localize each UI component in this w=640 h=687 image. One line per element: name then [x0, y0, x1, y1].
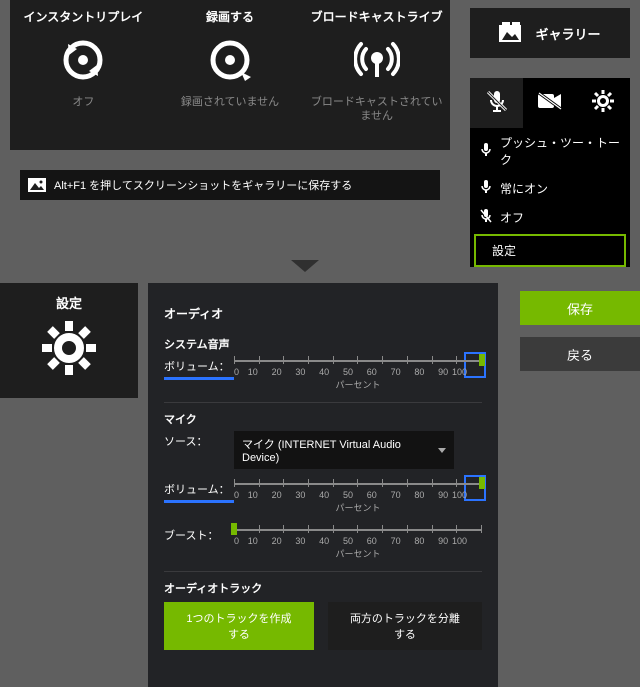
- chevron-down-icon: [438, 448, 446, 453]
- mic-muted-icon: [485, 89, 509, 118]
- tab-mic[interactable]: [470, 78, 523, 128]
- panel-title: オーディオ: [164, 305, 482, 322]
- mic-section-label: マイク: [164, 411, 482, 427]
- broadcast-icon: [303, 25, 450, 95]
- overlay-panel: インスタントリプレイ オフ 録画する 録画されていません ブロードキャストライブ…: [10, 0, 450, 150]
- save-button[interactable]: 保存: [520, 291, 640, 325]
- gallery-button[interactable]: ギャラリー: [470, 8, 630, 58]
- gear-large-icon: [39, 365, 99, 382]
- system-volume-slider[interactable]: 0102030405060708090100パーセント: [234, 356, 482, 392]
- gallery-label: ギャラリー: [535, 24, 600, 43]
- tile-instant-replay[interactable]: インスタントリプレイ オフ: [10, 8, 157, 123]
- mic-settings[interactable]: 設定: [474, 234, 626, 267]
- system-volume-label: ボリューム：: [164, 356, 234, 380]
- settings-category[interactable]: 設定: [0, 283, 138, 398]
- instant-replay-icon: [10, 25, 157, 95]
- settings-actions: 保存 戻る: [520, 291, 640, 383]
- tab-settings[interactable]: [577, 78, 630, 128]
- tile-status: オフ: [10, 95, 157, 123]
- mic-mode-off[interactable]: オフ: [470, 203, 630, 232]
- mic-source-value: マイク (INTERNET Virtual Audio Device): [242, 436, 438, 464]
- screenshot-tip[interactable]: Alt+F1 を押してスクリーンショットをギャラリーに保存する: [20, 170, 440, 200]
- tile-status: ブロードキャストされていません: [303, 95, 450, 123]
- record-icon: [157, 25, 304, 95]
- mic-mode-label: プッシュ・ツー・トーク: [500, 134, 620, 168]
- arrow-down-icon: [291, 260, 319, 272]
- mic-boost-label: ブースト：: [164, 525, 234, 543]
- screenshot-tip-text: Alt+F1 を押してスクリーンショットをギャラリーに保存する: [54, 177, 352, 193]
- overlay-sidebar: ギャラリー プッシュ・ツー・トーク 常にオン オフ 設定: [470, 8, 630, 269]
- mic-menu: プッシュ・ツー・トーク 常にオン オフ 設定: [470, 78, 630, 267]
- split-track-button[interactable]: 両方のトラックを分離する: [328, 602, 482, 650]
- audio-panel: オーディオ システム音声 ボリューム： 01020304050607080901…: [148, 283, 498, 687]
- mic-settings-label: 設定: [492, 242, 516, 259]
- mic-source-label: ソース：: [164, 431, 234, 449]
- mic-boost-slider[interactable]: 0102030405060708090100パーセント: [234, 525, 482, 561]
- tile-title: 録画する: [157, 8, 304, 25]
- mic-volume-label: ボリューム：: [164, 479, 234, 503]
- screenshot-icon: [28, 178, 46, 192]
- camera-off-icon: [537, 91, 563, 116]
- mic-icon: [480, 180, 492, 197]
- system-sound-label: システム音声: [164, 336, 482, 352]
- mic-volume-slider[interactable]: 0102030405060708090100パーセント: [234, 479, 482, 515]
- tile-broadcast[interactable]: ブロードキャストライブ ブロードキャストされていません: [303, 8, 450, 123]
- overlay-tiles: インスタントリプレイ オフ 録画する 録画されていません ブロードキャストライブ…: [10, 8, 450, 123]
- tab-camera[interactable]: [523, 78, 576, 128]
- tile-title: インスタントリプレイ: [10, 8, 157, 25]
- mic-icon: [480, 143, 492, 160]
- mic-mode-always[interactable]: 常にオン: [470, 174, 630, 203]
- tile-record[interactable]: 録画する 録画されていません: [157, 8, 304, 123]
- tile-title: ブロードキャストライブ: [303, 8, 450, 25]
- mic-off-icon: [480, 209, 492, 226]
- mic-mode-ptt[interactable]: プッシュ・ツー・トーク: [470, 128, 630, 174]
- tile-status: 録画されていません: [157, 95, 304, 123]
- audio-track-label: オーディオトラック: [164, 580, 482, 596]
- settings-category-label: 設定: [0, 293, 138, 312]
- settings-page: 設定 オーディオ システム音声 ボリューム： 01020304050607080…: [0, 283, 640, 687]
- gear-icon: [591, 89, 615, 118]
- mic-mode-label: オフ: [500, 209, 524, 226]
- gallery-icon: [499, 22, 525, 45]
- back-button[interactable]: 戻る: [520, 337, 640, 371]
- mic-mode-label: 常にオン: [500, 180, 548, 197]
- single-track-button[interactable]: 1つのトラックを作成する: [164, 602, 314, 650]
- mic-source-select[interactable]: マイク (INTERNET Virtual Audio Device): [234, 431, 454, 469]
